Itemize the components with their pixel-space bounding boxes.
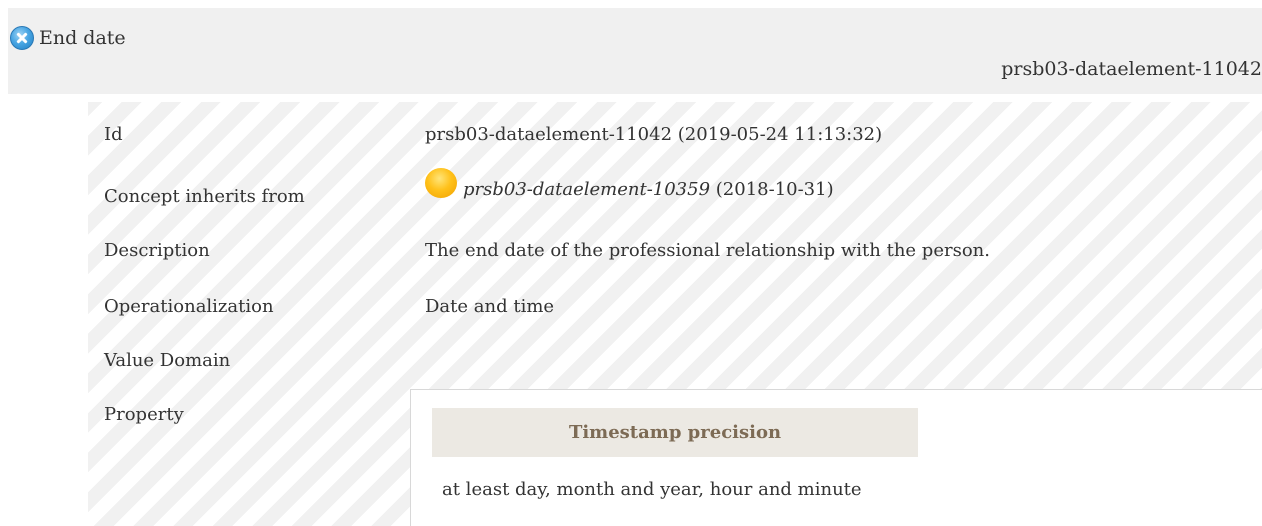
description-value: The end date of the professional relatio…	[425, 240, 990, 261]
concept-title: End date	[10, 26, 126, 50]
concept-header: End date prsb03-dataelement-11042	[8, 8, 1262, 94]
concept-title-text: End date	[39, 27, 126, 49]
concept-details-panel: Id prsb03-dataelement-11042 (2019-05-24 …	[88, 102, 1262, 526]
operationalization-value: Date and time	[425, 296, 555, 317]
inherits-label: Concept inherits from	[104, 186, 305, 207]
close-icon[interactable]	[10, 26, 34, 50]
inherits-date: (2018-10-31)	[715, 178, 834, 200]
inherits-value: prsb03-dataelement-10359 (2018-10-31)	[425, 168, 834, 204]
concept-id: prsb03-dataelement-11042	[1001, 58, 1262, 80]
inherits-link[interactable]: prsb03-dataelement-10359	[463, 179, 710, 200]
property-value: at least day, month and year, hour and m…	[442, 479, 862, 500]
id-label: Id	[104, 124, 123, 145]
value-domain-label: Value Domain	[104, 350, 231, 371]
id-value: prsb03-dataelement-11042 (2019-05-24 11:…	[425, 124, 883, 145]
property-header: Timestamp precision	[432, 408, 918, 457]
status-dot-icon	[425, 168, 457, 198]
operationalization-label: Operationalization	[104, 296, 274, 317]
description-label: Description	[104, 240, 210, 261]
property-box: Timestamp precision at least day, month …	[410, 389, 1262, 526]
property-label: Property	[104, 404, 184, 425]
